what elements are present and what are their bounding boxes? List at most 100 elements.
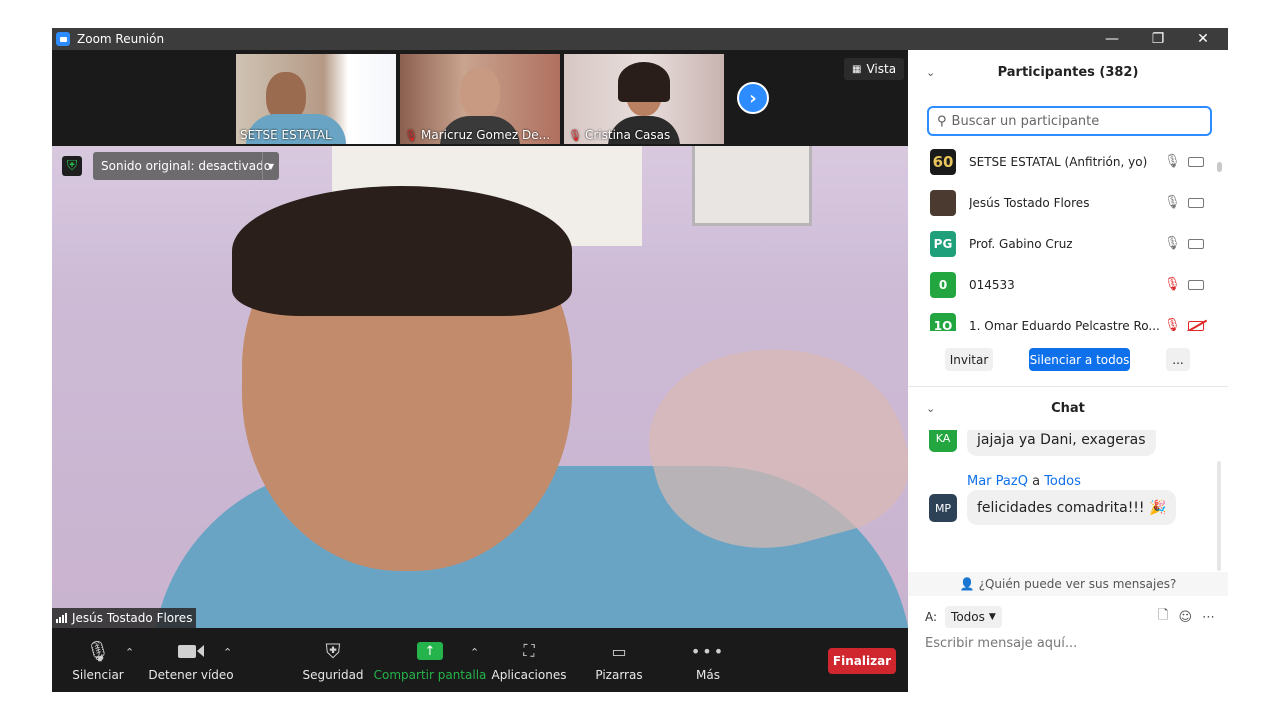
thumbnail-video[interactable]: SETSE ESTATAL [236, 54, 396, 144]
emoji-icon[interactable]: ☺ [1178, 610, 1192, 625]
stop-video-button[interactable]: Detener vídeo [148, 628, 234, 692]
video-camera-off-icon [1188, 320, 1204, 331]
recipient-select[interactable]: Todos ▼ [945, 606, 1002, 628]
participant-avatar: 1O [930, 312, 956, 331]
participant-avatar: 0 [930, 271, 956, 298]
chat-recipient[interactable]: Todos [1044, 474, 1081, 489]
chat-messages: KA jajaja ya Dani, exageras Mar PazQ a T… [908, 430, 1220, 570]
chevron-up-icon[interactable]: ⌃ [223, 646, 232, 659]
microphone-icon: 🎙 [1164, 195, 1181, 210]
chevron-down-icon[interactable]: ⌄ [926, 402, 935, 415]
participant-row[interactable]: 0 014533 🎙 [908, 264, 1220, 305]
participant-row[interactable]: 60 SETSE ESTATAL (Anfitrión, yo) 🎙 [908, 141, 1220, 182]
chat-message: felicidades comadrita!!! 🎉 [967, 490, 1177, 525]
microphone-muted-icon: 🎙 [1164, 318, 1181, 331]
more-dots-icon: ••• [690, 641, 726, 661]
side-panel: ⌄ Participantes (382) ⚲ Buscar un partic… [908, 50, 1228, 692]
who-can-see-text: ¿Quién puede ver sus mensajes? [978, 577, 1177, 591]
person-eye-icon: 👤 [959, 577, 975, 591]
participant-scrollbar[interactable] [1217, 162, 1222, 172]
invite-button[interactable]: Invitar [945, 348, 993, 371]
chat-sender-line: Mar PazQ a Todos [967, 474, 1081, 489]
chevron-down-icon[interactable]: ▼ [262, 152, 279, 180]
search-placeholder: Buscar un participante [951, 113, 1100, 129]
participant-avatar [930, 189, 956, 216]
mute-button[interactable]: 🎙 Silenciar [70, 628, 126, 692]
microphone-icon: 🎙 [1164, 236, 1181, 251]
original-sound-toggle[interactable]: Sonido original: desactivado ▼ [93, 152, 279, 180]
file-icon[interactable]: 🗋 [1158, 606, 1168, 628]
chat-header: ⌄ Chat [908, 388, 1228, 428]
chat-message: jajaja ya Dani, exageras [967, 430, 1156, 456]
encryption-badge[interactable]: ⛨ [62, 156, 82, 176]
chat-avatar: MP [929, 494, 957, 522]
whiteboard-icon: ▭ [611, 641, 627, 661]
chat-title: Chat [1051, 400, 1085, 416]
video-camera-icon [178, 638, 204, 664]
to-label: A: [925, 610, 938, 624]
security-button[interactable]: ⛨ Seguridad [302, 628, 363, 692]
who-can-see-link[interactable]: 👤 ¿Quién puede ver sus mensajes? [908, 572, 1228, 596]
panel-divider [908, 386, 1228, 387]
chat-sender-name[interactable]: Mar PazQ [967, 474, 1028, 489]
mute-all-button[interactable]: Silenciar a todos [1029, 348, 1130, 371]
recipient-value: Todos [951, 610, 985, 624]
shield-icon: ⛨ [325, 639, 341, 663]
speaker-name-tag: Jesús Tostado Flores [52, 608, 197, 628]
participants-more-button[interactable]: ... [1166, 348, 1190, 371]
wall-frame [692, 146, 812, 226]
chevron-down-icon: ▼ [988, 612, 996, 622]
next-page-button[interactable]: › [737, 82, 769, 114]
shield-check-icon: ⛨ [66, 158, 78, 174]
thumbnail-strip: SETSE ESTATAL 🎙 Maricruz Gomez De... 🎙 Cri… [52, 50, 908, 146]
participant-name: 1. Omar Eduardo Pelcastre Ro... [969, 318, 1160, 332]
thumbnail-video[interactable]: 🎙 Cristina Casas [564, 54, 724, 144]
participant-avatar: 60 [930, 148, 956, 175]
chat-recipient-row: A: Todos ▼ 🗋 ☺ ⋯ [925, 605, 1215, 629]
participant-avatar: PG [930, 230, 956, 257]
video-camera-icon [1188, 197, 1204, 208]
chat-input[interactable]: Escribir mensaje aquí... [925, 636, 1077, 651]
restore-button[interactable]: ❐ [1135, 28, 1181, 50]
participant-name: SETSE ESTATAL (Anfitrión, yo) [969, 154, 1148, 169]
zoom-window: Zoom Reunión — ❐ ✕ SETSE ESTATAL 🎙 Maricr… [52, 28, 1228, 692]
chat-avatar: KA [929, 430, 957, 452]
more-dots-icon[interactable]: ⋯ [1202, 610, 1215, 625]
video-camera-icon [1188, 156, 1204, 167]
whiteboards-button[interactable]: ▭ Pizarras [592, 628, 646, 692]
thumbnail-name: SETSE ESTATAL [240, 128, 332, 142]
chat-connector: a [1032, 474, 1041, 489]
chevron-up-icon[interactable]: ⌃ [470, 646, 479, 659]
chevron-right-icon: › [749, 87, 757, 109]
more-button[interactable]: ••• Más [688, 628, 728, 692]
end-meeting-button[interactable]: Finalizar [828, 648, 896, 674]
chevron-down-icon[interactable]: ⌄ [926, 66, 935, 79]
window-title: Zoom Reunión [77, 32, 165, 46]
close-button[interactable]: ✕ [1180, 28, 1226, 50]
participant-row[interactable]: 1O 1. Omar Eduardo Pelcastre Ro... 🎙 [908, 305, 1220, 331]
view-button[interactable]: ▦ Vista [844, 58, 905, 80]
chat-scrollbar[interactable] [1217, 461, 1221, 571]
participant-name: Jesús Tostado Flores [969, 195, 1090, 210]
participant-name: 014533 [969, 277, 1015, 292]
microphone-muted-icon: 🎙 [1164, 277, 1181, 292]
minimize-button[interactable]: — [1089, 28, 1135, 50]
participant-actions: Invitar Silenciar a todos ... [908, 346, 1228, 376]
mic-off-icon: 🎙 [568, 129, 582, 142]
video-camera-icon [1188, 238, 1204, 249]
apps-icon: ⛶ [523, 641, 535, 660]
speaker-name: Jesús Tostado Flores [72, 611, 193, 625]
thumbnail-video[interactable]: 🎙 Maricruz Gomez De... [400, 54, 560, 144]
video-area: SETSE ESTATAL 🎙 Maricruz Gomez De... 🎙 Cri… [52, 50, 908, 692]
share-screen-button[interactable]: ↑ Compartir pantalla [374, 628, 486, 692]
microphone-icon: 🎙 [85, 639, 111, 663]
zoom-logo-icon [56, 32, 70, 46]
participant-row[interactable]: Jesús Tostado Flores 🎙 [908, 182, 1220, 223]
participant-search-input[interactable]: ⚲ Buscar un participante [927, 106, 1212, 136]
search-icon: ⚲ [937, 113, 947, 129]
chevron-up-icon[interactable]: ⌃ [125, 646, 134, 659]
participant-row[interactable]: PG Prof. Gabino Cruz 🎙 [908, 223, 1220, 264]
participant-list: 60 SETSE ESTATAL (Anfitrión, yo) 🎙 Jesús… [908, 141, 1220, 331]
thumbnail-name: 🎙 Cristina Casas [568, 128, 671, 142]
apps-button[interactable]: ⛶ Aplicaciones [492, 628, 567, 692]
